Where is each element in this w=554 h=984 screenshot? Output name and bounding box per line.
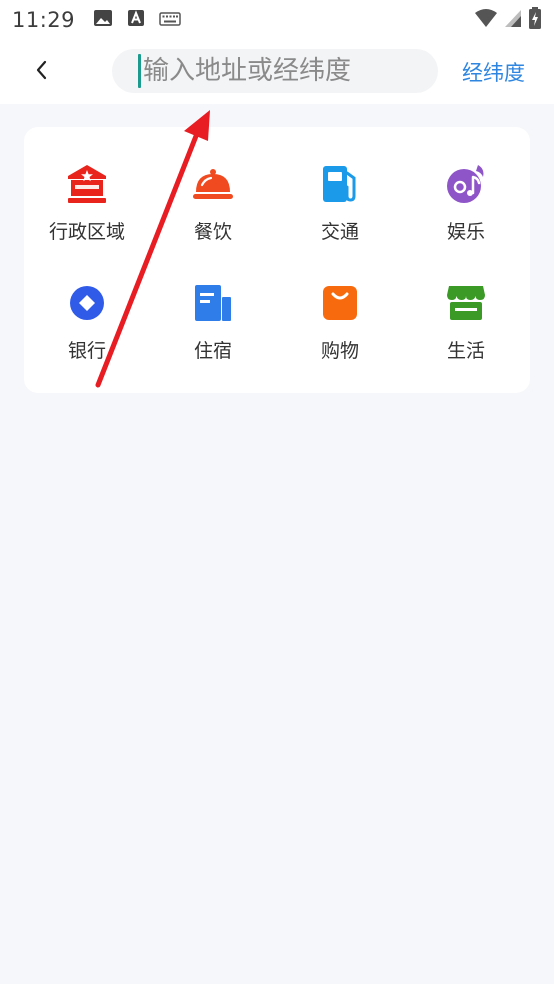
wifi-icon	[474, 8, 498, 32]
category-item-government[interactable]: 行政区域	[24, 163, 150, 273]
category-label: 交通	[320, 221, 359, 243]
category-grid: 行政区域 餐饮 交通 娱乐 银行 住宿 购物 生活	[24, 127, 530, 393]
category-label: 娱乐	[446, 221, 485, 243]
food-cloche-icon	[192, 163, 234, 205]
latlng-button[interactable]: 经纬度	[462, 57, 525, 87]
category-item-dining[interactable]: 餐饮	[150, 163, 276, 273]
category-label: 生活	[446, 340, 485, 362]
status-icons-right	[474, 6, 542, 34]
category-item-transport[interactable]: 交通	[277, 163, 403, 273]
music-disc-icon	[445, 163, 487, 205]
keyboard-icon	[159, 11, 181, 30]
shopping-bag-icon	[319, 282, 361, 324]
back-button[interactable]	[24, 54, 60, 90]
category-item-bank[interactable]: 银行	[24, 282, 150, 392]
gas-station-icon	[319, 163, 361, 205]
header: 经纬度	[0, 40, 554, 104]
status-icons-left	[93, 9, 181, 31]
government-building-icon	[66, 163, 108, 205]
category-label: 行政区域	[48, 221, 125, 243]
status-time: 11:29	[12, 8, 76, 32]
hotel-building-icon	[192, 282, 234, 324]
search-input[interactable]	[141, 56, 431, 86]
bank-diamond-icon	[66, 282, 108, 324]
search-box[interactable]	[112, 49, 438, 93]
status-bar: 11:29	[0, 0, 554, 40]
category-label: 购物	[320, 340, 359, 362]
category-label: 餐饮	[193, 221, 232, 243]
category-item-shopping[interactable]: 购物	[277, 282, 403, 392]
category-item-lodging[interactable]: 住宿	[150, 282, 276, 392]
storefront-icon	[445, 282, 487, 324]
battery-charging-icon	[528, 6, 542, 34]
font-a-icon	[127, 9, 145, 31]
category-label: 银行	[67, 340, 106, 362]
chevron-left-icon	[33, 59, 51, 85]
category-label: 住宿	[193, 340, 232, 362]
category-item-life[interactable]: 生活	[403, 282, 529, 392]
image-icon	[93, 9, 113, 31]
cell-signal-icon	[504, 8, 522, 32]
category-item-entertainment[interactable]: 娱乐	[403, 163, 529, 273]
